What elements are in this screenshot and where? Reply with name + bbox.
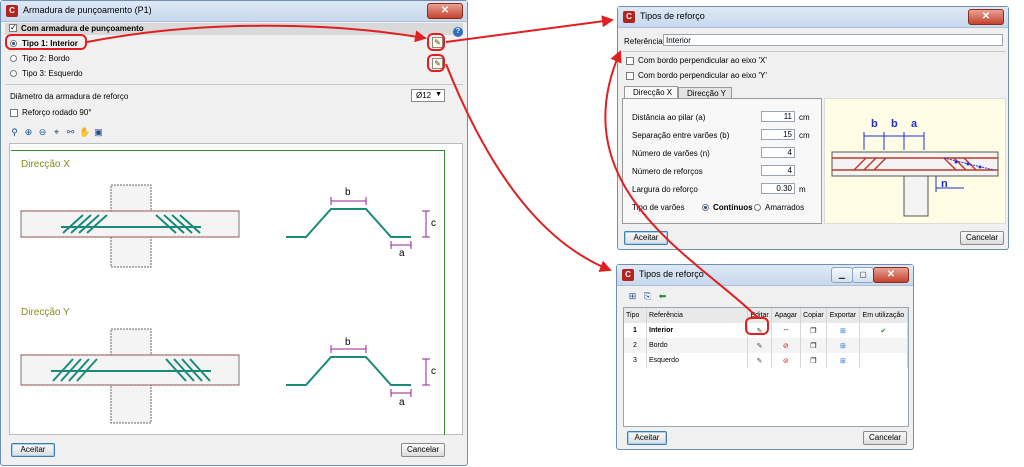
annotation-arrows — [86, 15, 758, 318]
